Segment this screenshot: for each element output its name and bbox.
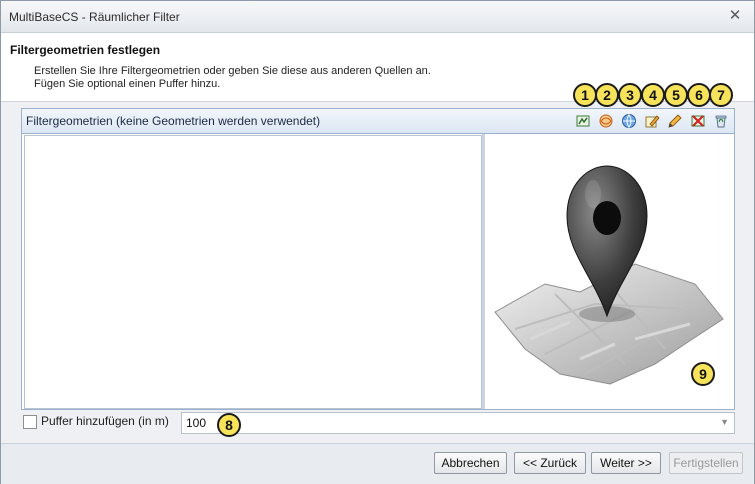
- recycle-bin-icon[interactable]: [713, 113, 729, 129]
- dialog-window: MultiBaseCS - Räumlicher Filter ✕ Filter…: [0, 0, 755, 484]
- page-title: Filtergeometrien festlegen: [10, 43, 161, 57]
- buffer-checkbox-label[interactable]: Puffer hinzufügen (in m): [41, 414, 169, 428]
- callout-4: 4: [641, 83, 665, 107]
- panel-header: Filtergeometrien (keine Geometrien werde…: [22, 109, 734, 134]
- callout-8: 8: [217, 413, 241, 437]
- buffer-value: 100: [186, 416, 207, 430]
- callout-3: 3: [618, 83, 642, 107]
- callout-5: 5: [664, 83, 688, 107]
- back-button[interactable]: << Zurück: [514, 452, 586, 474]
- panel-title: Filtergeometrien (keine Geometrien werde…: [26, 114, 321, 128]
- buffer-value-combo[interactable]: 100 ▼: [181, 412, 735, 434]
- geometry-list[interactable]: [24, 135, 482, 409]
- chevron-down-icon[interactable]: ▼: [720, 417, 729, 427]
- title-bar[interactable]: MultiBaseCS - Räumlicher Filter ✕: [1, 1, 754, 33]
- callout-1: 1: [573, 83, 597, 107]
- page-description-line1: Erstellen Sie Ihre Filtergeometrien oder…: [34, 65, 431, 77]
- close-icon[interactable]: ✕: [726, 7, 744, 25]
- callout-7: 7: [709, 83, 733, 107]
- map-select-icon[interactable]: [575, 113, 591, 129]
- callout-9: 9: [691, 362, 715, 386]
- edit-geometry-icon[interactable]: [644, 113, 660, 129]
- remove-geometry-icon[interactable]: [690, 113, 706, 129]
- window-title: MultiBaseCS - Räumlicher Filter: [9, 10, 180, 24]
- page-description-line2: Fügen Sie optional einen Puffer hinzu.: [34, 78, 221, 90]
- wizard-footer: Abbrechen << Zurück Weiter >> Fertigstel…: [1, 443, 754, 484]
- pencil-icon[interactable]: [667, 113, 683, 129]
- filter-geometry-panel: Filtergeometrien (keine Geometrien werde…: [21, 108, 735, 410]
- shape-draw-icon[interactable]: [598, 113, 614, 129]
- next-button[interactable]: Weiter >>: [591, 452, 661, 474]
- buffer-row: Puffer hinzufügen (in m) 100 ▼: [21, 411, 736, 435]
- globe-icon[interactable]: [621, 113, 637, 129]
- finish-button[interactable]: Fertigstellen: [669, 452, 743, 474]
- callout-2: 2: [595, 83, 619, 107]
- callout-6: 6: [687, 83, 711, 107]
- cancel-button[interactable]: Abbrechen: [434, 452, 507, 474]
- buffer-checkbox[interactable]: [23, 415, 37, 429]
